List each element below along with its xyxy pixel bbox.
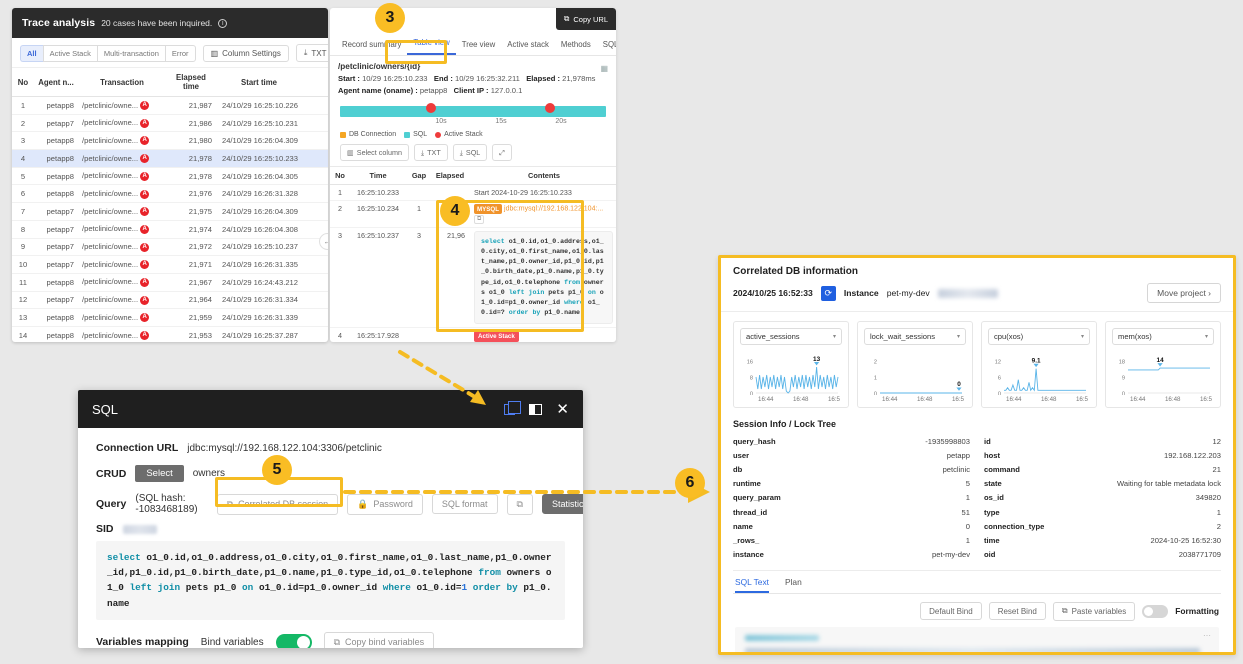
screenshot-root: Trace analysis 20 cases have been inquir… xyxy=(0,0,1243,664)
annotation-badge-6: 6 xyxy=(675,468,705,498)
annotation-badge-3: 3 xyxy=(375,3,405,33)
annotation-badge-4: 4 xyxy=(440,196,470,226)
annotation-badge-5: 5 xyxy=(262,455,292,485)
connector-sql-popover-to-dialog xyxy=(398,350,482,402)
annotation-connectors xyxy=(343,350,710,503)
